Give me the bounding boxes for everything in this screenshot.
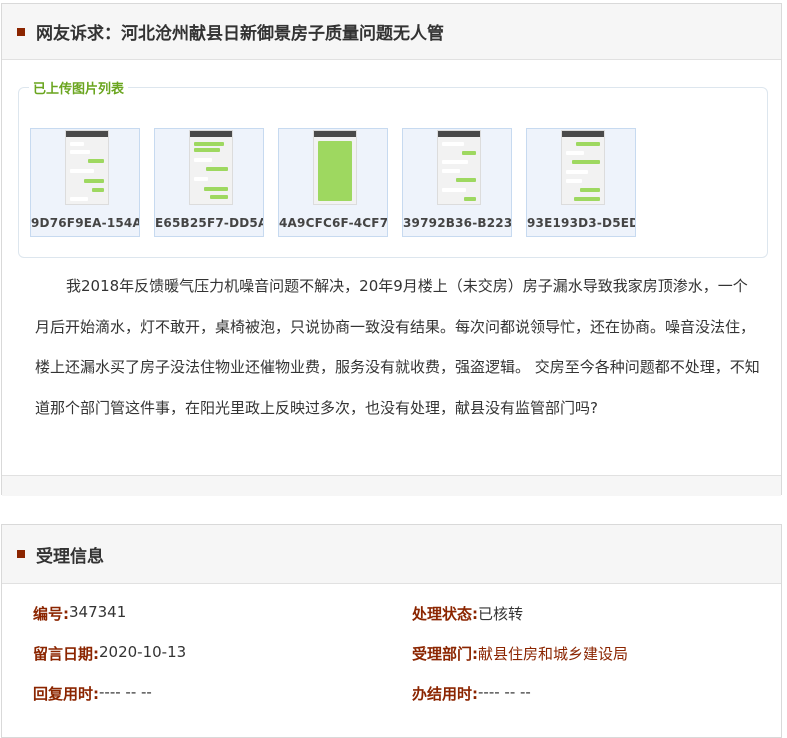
image-thumbnail[interactable]: 9D76F9EA-154A	[30, 128, 140, 237]
image-thumbnail-label: 4A9CFC6F-4CF7-	[279, 216, 387, 230]
info-department-label: 受理部门:	[412, 645, 478, 663]
complaint-title: 网友诉求：河北沧州献县日新御景房子质量问题无人管	[36, 24, 444, 44]
title-marker-icon	[17, 27, 25, 36]
image-thumbnail-label: 93E193D3-D5ED	[527, 216, 635, 230]
image-thumbnail[interactable]: 4A9CFC6F-4CF7-	[278, 128, 388, 237]
acceptance-header: 受理信息	[2, 525, 781, 584]
info-status: 处理状态: 已核转	[412, 603, 523, 624]
info-reply-time: 回复用时: ---- -- --	[33, 683, 152, 704]
chat-screenshot-image	[437, 130, 481, 205]
info-date: 留言日期: 2020-10-13	[33, 643, 186, 664]
complaint-body: 我2018年反馈暖气压力机噪音问题不解决，20年9月楼上（未交房）房子漏水导致我…	[35, 277, 760, 417]
image-thumbnail[interactable]: 39792B36-B223-	[402, 128, 512, 237]
image-thumbnail-label: 39792B36-B223-	[403, 216, 511, 230]
info-department: 受理部门: 献县住房和城乡建设局	[412, 643, 628, 664]
chat-screenshot-image	[65, 130, 109, 205]
info-done-time: 办结用时: ---- -- --	[412, 683, 531, 704]
chat-screenshot-image	[189, 130, 233, 205]
chat-screenshot-image	[561, 130, 605, 205]
image-thumbnail[interactable]: E65B25F7-DD5A	[154, 128, 264, 237]
image-thumbnail[interactable]: 93E193D3-D5ED	[526, 128, 636, 237]
info-done-time-value: ---- -- --	[478, 683, 531, 701]
info-reply-time-label: 回复用时:	[33, 685, 99, 703]
complaint-panel: 网友诉求：河北沧州献县日新御景房子质量问题无人管 已上传图片列表 9D76F9E…	[1, 3, 782, 496]
acceptance-title: 受理信息	[36, 546, 104, 567]
image-thumbnail-label: E65B25F7-DD5A	[155, 216, 263, 230]
info-number: 编号: 347341	[33, 603, 126, 624]
image-thumbnail-list: 9D76F9EA-154A E65B25F7-DD5A 4A9CFC6F-4CF…	[30, 128, 650, 237]
image-thumbnail-label: 9D76F9EA-154A	[31, 216, 139, 230]
info-done-time-label: 办结用时:	[412, 685, 478, 703]
complaint-footer	[2, 475, 781, 496]
info-department-link[interactable]: 献县住房和城乡建设局	[478, 643, 628, 664]
chat-screenshot-image	[313, 130, 357, 205]
acceptance-panel: 受理信息 编号: 347341 处理状态: 已核转 留言日期: 2020-10-…	[1, 524, 782, 738]
info-number-label: 编号:	[33, 605, 69, 623]
info-number-value: 347341	[69, 603, 127, 621]
uploaded-images-fieldset: 已上传图片列表 9D76F9EA-154A E65B25F7-DD5A 4A9C…	[18, 78, 768, 258]
uploaded-images-legend: 已上传图片列表	[29, 78, 129, 97]
title-marker-icon	[17, 550, 25, 558]
info-reply-time-value: ---- -- --	[99, 683, 152, 701]
info-status-value: 已核转	[478, 605, 524, 623]
complaint-header: 网友诉求：河北沧州献县日新御景房子质量问题无人管	[2, 4, 781, 60]
info-status-label: 处理状态:	[412, 605, 478, 623]
info-date-label: 留言日期:	[33, 645, 99, 663]
info-date-value: 2020-10-13	[99, 643, 187, 661]
